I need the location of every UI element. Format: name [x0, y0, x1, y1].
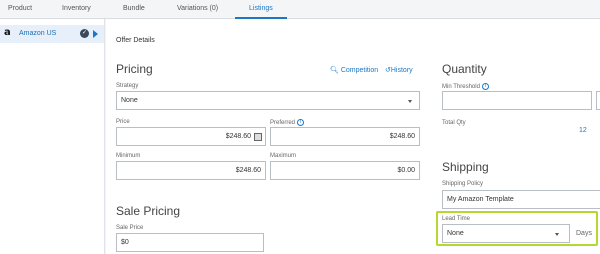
- strategy-label: Strategy: [116, 83, 139, 89]
- info-icon[interactable]: i: [297, 119, 305, 126]
- history-link[interactable]: ↺History: [385, 66, 413, 74]
- minimum-price-input[interactable]: $248.60: [116, 161, 266, 180]
- lead-time-select[interactable]: None: [442, 224, 570, 243]
- chevron-down-icon: [555, 233, 559, 236]
- preferred-price-input[interactable]: $248.60: [270, 127, 420, 146]
- lead-time-label: Lead Time: [442, 216, 471, 222]
- quantity-heading: Quantity: [442, 62, 487, 76]
- sale-price-label: Sale Price: [116, 225, 144, 231]
- shipping-heading: Shipping: [442, 160, 489, 174]
- sidebar-item-amazon-us[interactable]: a Amazon US ✓: [0, 25, 104, 43]
- tab-product[interactable]: Product: [8, 5, 32, 12]
- sale-price-input[interactable]: $0: [116, 233, 264, 252]
- maximum-label: Maximum: [270, 153, 297, 159]
- sale-pricing-heading: Sale Pricing: [116, 204, 181, 218]
- minimum-label: Minimum: [116, 153, 141, 159]
- tab-bundle[interactable]: Bundle: [123, 5, 145, 12]
- min-threshold-label: Min Threshold i: [442, 83, 489, 90]
- total-qty-label: Total Qty: [442, 120, 466, 126]
- price-input[interactable]: $248.60: [116, 127, 266, 146]
- calculator-icon[interactable]: [254, 133, 262, 141]
- tab-inventory[interactable]: Inventory: [62, 5, 91, 12]
- adjacent-field[interactable]: [596, 91, 600, 110]
- chevron-down-icon: [408, 100, 412, 103]
- strategy-select[interactable]: None: [116, 91, 420, 110]
- competition-link[interactable]: 🔍︎ Competition: [330, 66, 378, 74]
- lead-time-unit: Days: [576, 230, 592, 237]
- tab-listings[interactable]: Listings: [249, 5, 273, 12]
- min-threshold-input[interactable]: [442, 91, 592, 110]
- search-icon: 🔍︎: [330, 67, 341, 74]
- sidebar-item-label: Amazon US: [19, 30, 57, 37]
- channel-sidebar: a Amazon US ✓: [0, 19, 105, 254]
- amazon-logo-icon: a: [4, 27, 11, 38]
- total-qty-value: 12: [579, 127, 587, 134]
- check-circle-icon: ✓: [80, 29, 89, 38]
- pricing-heading: Pricing: [116, 62, 153, 76]
- price-label: Price: [116, 119, 130, 125]
- shipping-policy-select[interactable]: My Amazon Template: [442, 190, 600, 209]
- shipping-policy-label: Shipping Policy: [442, 181, 484, 187]
- info-icon[interactable]: i: [481, 83, 489, 90]
- tab-bar: Product Inventory Bundle Variations (0) …: [0, 0, 600, 19]
- preferred-label: Preferred i: [270, 119, 305, 126]
- tab-variations[interactable]: Variations (0): [177, 5, 218, 12]
- maximum-price-input[interactable]: $0.00: [270, 161, 420, 180]
- listing-panel: Offer Details Pricing 🔍︎ Competition ↺Hi…: [106, 19, 600, 254]
- section-title: Offer Details: [116, 37, 155, 44]
- play-arrow-icon[interactable]: [93, 30, 98, 38]
